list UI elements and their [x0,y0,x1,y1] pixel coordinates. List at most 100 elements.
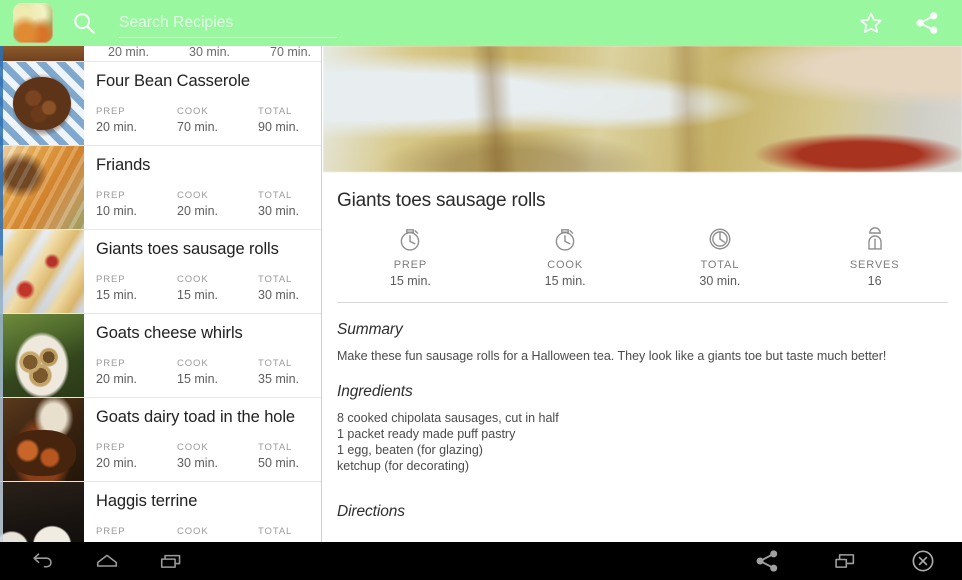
search-input[interactable]: Search Recipies [119,8,337,38]
stat-prep-label: PREP [96,106,126,117]
app-screen: Search Recipies 20 min. 30 min. 70 min. … [0,0,962,580]
list-item[interactable]: Goats cheese whirls PREP 20 min. COOK 15… [0,314,321,398]
recipe-app-icon [13,3,53,43]
ingredient-item: 1 egg, beaten (for glazing) [337,443,483,457]
stat-prep: PREP [96,526,177,540]
stat-total-label: TOTAL [258,106,293,117]
stat-prep-value: 20 min. [96,456,137,470]
stat-cook-label: COOK [177,106,209,117]
stat-cook-value: 30 min. [177,456,218,470]
directions-heading: Directions [337,502,405,520]
stat-serves-value: 16 [867,274,882,288]
stat-prep: PREP 10 min. [96,190,177,218]
nav-right-group [754,548,936,574]
stat-cook: COOK 30 min. [177,442,258,470]
list-item[interactable]: Four Bean Casserole PREP 20 min. COOK 70… [0,62,321,146]
stat-total-label: TOTAL [258,274,293,285]
stat-prep-label: PREP [393,259,428,271]
stat-cook-label: COOK [177,190,209,201]
search-zone: Search Recipies [53,0,858,46]
giants-toes-sausage-rolls-photo [323,46,962,172]
stopwatch-icon [555,229,575,251]
list-item[interactable]: Goats dairy toad in the hole PREP 20 min… [0,398,321,482]
stat-prep: PREP 20 min. [96,442,177,470]
stat-cook: 30 min. [189,46,270,59]
stat-prep-value: 20 min. [96,120,137,134]
recent-apps-icon[interactable] [158,548,184,574]
section-divider [337,302,948,303]
stat-cook-label: COOK [177,442,209,453]
summary-heading: Summary [337,321,403,338]
stat-serves-label: SERVES [849,259,900,271]
stat-total: TOTAL [258,526,321,540]
ingredient-item: 8 cooked chipolata sausages, cut in half [337,410,559,425]
stat-total: TOTAL 90 min. [258,106,321,134]
stat-prep-label: PREP [96,442,126,453]
close-circle-icon[interactable] [910,548,936,574]
stat-total-value: 35 min. [258,372,299,386]
stat-total: 70 min. [270,46,321,59]
stat-cook-value: 15 min. [177,372,218,386]
list-item-stats: PREP 20 min. COOK 15 min. TOTAL 35 min. [96,358,321,386]
stat-total-value: 50 min. [258,456,299,470]
back-arrow-icon[interactable] [30,548,56,574]
list-item-body: Four Bean Casserole PREP 20 min. COOK 70… [84,62,321,145]
stat-cook: COOK 15 min. [177,358,258,386]
stat-total: TOTAL 50 min. [258,442,321,470]
stat-prep: 20 min. [108,46,189,59]
stat-cook: COOK [177,526,258,540]
share-icon[interactable] [754,548,780,574]
stat-total: TOTAL 30 min. [258,274,321,302]
list-item[interactable]: Giants toes sausage rolls PREP 15 min. C… [0,230,321,314]
top-app-bar: Search Recipies [0,0,962,46]
list-item-body: Goats cheese whirls PREP 20 min. COOK 15… [84,314,321,397]
star-icon[interactable] [858,10,884,36]
list-item[interactable]: Friands PREP 10 min. COOK 20 min. TOTAL [0,146,321,230]
person-icon [867,227,882,250]
home-icon[interactable] [94,548,120,574]
stat-cook: COOK 15 min. [488,224,643,288]
stat-cook-value: 15 min. [544,274,586,288]
list-item-stats: PREP COOK TOTAL [96,526,321,540]
stat-cook-label: COOK [177,274,209,285]
stat-prep: PREP 20 min. [96,106,177,134]
stat-prep-value: 15 min. [96,288,137,302]
stat-cook: COOK 15 min. [177,274,258,302]
summary-text: Make these fun sausage rolls for a Hallo… [337,349,887,363]
recipe-detail-panel: Giants toes sausage rolls PREP 15 min. C… [323,46,962,542]
list-item[interactable]: 20 min. 30 min. 70 min. [0,46,321,62]
ingredient-item: 1 packet ready made puff pastry [337,426,516,441]
page-title: Giants toes sausage rolls [337,190,546,211]
list-item-body: 20 min. 30 min. 70 min. [84,46,321,61]
recipe-list-sidebar[interactable]: 20 min. 30 min. 70 min. Four Bean Casser… [0,46,322,542]
stat-prep-value: 20 min. [96,372,137,386]
stat-prep-value: 10 min. [96,204,137,218]
share-icon[interactable] [914,10,940,36]
recipe-thumbnail [0,146,84,229]
clock-icon [709,228,731,250]
list-item-stats: PREP 15 min. COOK 15 min. TOTAL 30 min. [96,274,321,302]
search-icon[interactable] [71,10,97,36]
stat-total-value: 30 min. [258,288,299,302]
list-item-title: Goats cheese whirls [96,324,243,342]
stat-total: TOTAL 30 min. [258,190,321,218]
ingredient-item: ketchup (for decorating) [337,459,470,474]
stat-total-label: TOTAL [700,259,740,271]
stat-serves: SERVES 16 [797,224,952,288]
recipe-list: 20 min. 30 min. 70 min. Four Bean Casser… [0,46,321,542]
window-resize-icon[interactable] [832,548,858,574]
stat-cook-value: 70 min. [177,120,218,134]
stat-cook: COOK 20 min. [177,190,258,218]
stat-total-value: 30 min. [699,274,741,288]
list-item-title: Haggis terrine [96,492,198,510]
stat-cook-label: COOK [547,259,584,271]
search-placeholder: Search Recipies [119,14,234,31]
nav-left-group [30,548,184,574]
system-navigation-bar [0,542,962,580]
recipe-thumbnail [0,46,84,61]
list-item-stats: 20 min. 30 min. 70 min. [96,46,321,61]
list-item[interactable]: Haggis terrine PREP COOK TOTAL [0,482,321,542]
stat-prep-label: PREP [96,526,126,537]
list-item-body: Giants toes sausage rolls PREP 15 min. C… [84,230,321,313]
stat-prep-label: PREP [96,190,126,201]
